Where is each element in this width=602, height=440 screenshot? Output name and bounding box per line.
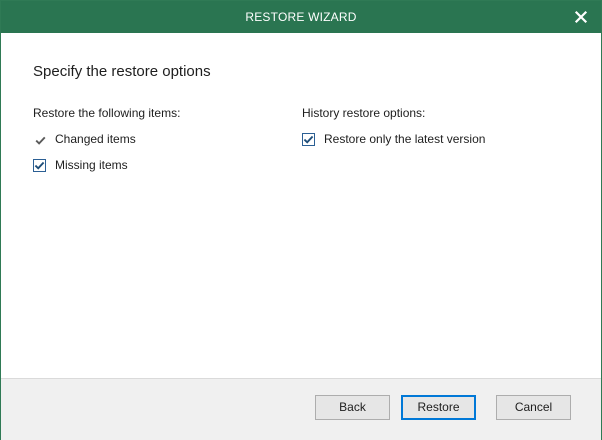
restore-wizard-window: RESTORE WIZARD Specify the restore optio… bbox=[0, 0, 602, 440]
checkmark-icon bbox=[302, 132, 315, 146]
checkmark-icon bbox=[33, 158, 46, 172]
latest-version-checkbox[interactable]: Restore only the latest version bbox=[302, 131, 485, 147]
close-icon[interactable] bbox=[573, 9, 589, 25]
latest-version-label: Restore only the latest version bbox=[324, 132, 486, 146]
checkmark-icon bbox=[33, 132, 46, 146]
wizard-content: Specify the restore options Restore the … bbox=[1, 33, 601, 377]
restore-items-label: Restore the following items: bbox=[33, 106, 181, 120]
cancel-button[interactable]: Cancel bbox=[496, 395, 571, 420]
changed-items-checkbox[interactable]: Changed items bbox=[33, 131, 136, 147]
history-options-label: History restore options: bbox=[302, 106, 426, 120]
changed-items-label: Changed items bbox=[55, 132, 136, 146]
missing-items-label: Missing items bbox=[55, 158, 128, 172]
back-button[interactable]: Back bbox=[315, 395, 390, 420]
window-title: RESTORE WIZARD bbox=[245, 10, 357, 24]
restore-button[interactable]: Restore bbox=[401, 395, 476, 420]
page-title: Specify the restore options bbox=[33, 63, 211, 80]
footer-bar: Back Restore Cancel bbox=[1, 378, 601, 440]
missing-items-checkbox[interactable]: Missing items bbox=[33, 157, 128, 173]
title-bar: RESTORE WIZARD bbox=[1, 1, 601, 33]
